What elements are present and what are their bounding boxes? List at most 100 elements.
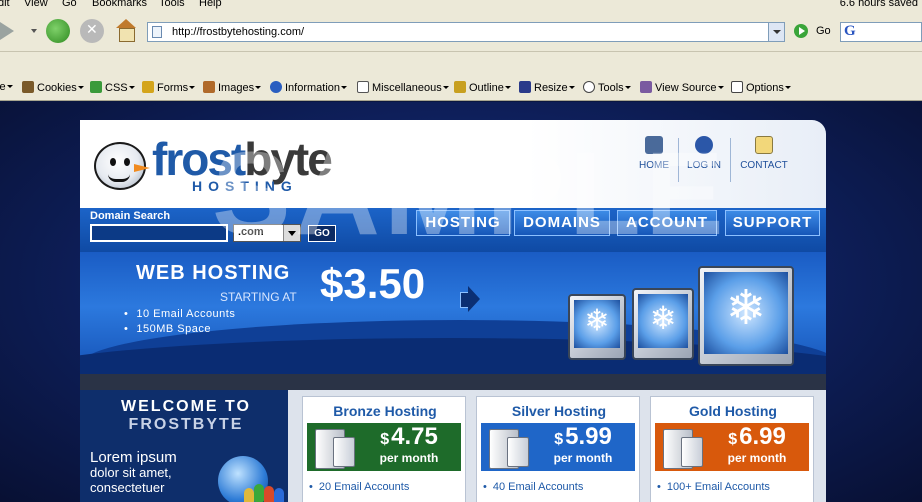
plan-title: Silver Hosting: [511, 403, 607, 419]
banner-features: 10 Email Accounts 150MB Space: [124, 308, 235, 338]
plan-currency: $: [728, 431, 738, 448]
css-icon: [90, 81, 102, 93]
toolbar-forms[interactable]: Forms: [142, 81, 196, 94]
person-icon: [244, 488, 254, 502]
toolbar-options[interactable]: Options: [731, 81, 791, 94]
toolbar-tools[interactable]: Tools: [583, 81, 631, 94]
welcome-title: WELCOME TO: [121, 398, 251, 415]
hosting-banner[interactable]: WEB HOSTING STARTING AT $3.50 10 Email A…: [80, 252, 826, 374]
plan-title: Bronze Hosting: [333, 403, 437, 419]
menu-view[interactable]: View: [24, 0, 48, 9]
person-icon: [254, 484, 264, 502]
toolbar-outline[interactable]: Outline: [454, 81, 511, 94]
monitor-icon: ❄: [632, 288, 694, 360]
eye-icon: [110, 158, 116, 166]
menu-tools[interactable]: Tools: [159, 0, 185, 9]
source-icon: [640, 81, 652, 93]
menu-bookmarks[interactable]: Bookmarks: [92, 0, 147, 9]
tab-account[interactable]: ACCOUNT: [617, 210, 717, 236]
contact-icon: [755, 136, 773, 154]
toolbar-miscellaneous[interactable]: Miscellaneous: [357, 81, 449, 94]
home-link[interactable]: HOME: [626, 136, 682, 171]
monitor-icon: ❄: [568, 294, 626, 360]
plan-feature: 100+ Email Accounts: [657, 481, 770, 493]
home-icon[interactable]: [114, 19, 138, 43]
plan-currency: $: [554, 431, 564, 448]
dropdown-arrow-icon: [255, 86, 262, 89]
plan-price-box: $6.99 per month: [655, 423, 809, 471]
divider: [730, 138, 731, 182]
logo-hosting: HOSTING: [192, 178, 298, 194]
blank-toolbar: [0, 52, 922, 75]
toolbar-disable[interactable]: le: [0, 81, 13, 93]
contact-link-label: CONTACT: [740, 160, 788, 171]
toolbar-css[interactable]: CSS: [90, 81, 135, 94]
dropdown-arrow-icon: [77, 86, 84, 89]
dropdown-arrow-icon: [504, 86, 511, 89]
monitor-screen: ❄: [704, 272, 788, 354]
list-item: 150MB Space: [124, 323, 235, 335]
tld-select-value: .com: [238, 226, 264, 238]
toolbar-images-label: Images: [218, 82, 255, 94]
tld-select[interactable]: .com: [233, 224, 301, 242]
mouth-icon: [108, 174, 130, 182]
plan-title: Gold Hosting: [689, 403, 777, 419]
reload-icon[interactable]: [46, 19, 70, 43]
toolbar-images[interactable]: Images: [203, 81, 262, 94]
people-icon: [244, 482, 288, 502]
carrot-nose-icon: [134, 164, 150, 172]
dropdown-arrow-icon: [128, 86, 135, 89]
tab-support[interactable]: SUPPORT: [725, 210, 820, 236]
contact-link[interactable]: CONTACT: [736, 136, 792, 171]
divider-strip: [80, 374, 826, 390]
menu-edit[interactable]: dit: [0, 0, 10, 9]
welcome-text-line: consectetuer: [90, 480, 165, 495]
toolbar-cookies[interactable]: Cookies: [22, 81, 84, 94]
login-link[interactable]: LOG IN: [676, 136, 732, 171]
plan-card-bronze[interactable]: Bronze Hosting $4.75 per month 20 Email …: [302, 396, 466, 502]
dropdown-arrow-icon: [624, 86, 631, 89]
snowflake-icon: ❄: [649, 298, 677, 337]
eye-icon: [124, 158, 130, 166]
menu-go[interactable]: Go: [62, 0, 77, 9]
server-icon: [681, 437, 703, 467]
domain-go-button[interactable]: GO: [308, 225, 336, 242]
domain-search-input[interactable]: [90, 224, 228, 242]
address-bar[interactable]: http://frostbytehosting.com/: [147, 22, 785, 42]
list-item: 10 Email Accounts: [124, 308, 235, 320]
person-icon: [264, 486, 274, 502]
arrow-right-icon[interactable]: [460, 286, 480, 312]
plan-feature: 20 Email Accounts: [309, 481, 410, 493]
dropdown-arrow-icon: [568, 86, 575, 89]
google-icon: G: [844, 23, 856, 39]
toolbar-information-label: Information: [285, 82, 341, 94]
plan-card-silver[interactable]: Silver Hosting $5.99 per month 40 Email …: [476, 396, 640, 502]
address-dropdown-icon[interactable]: [768, 23, 784, 41]
welcome-brand: FROSTBYTE: [128, 416, 244, 433]
back-arrow-icon[interactable]: [0, 19, 22, 43]
welcome-text-lead: Lorem ipsum: [90, 449, 177, 466]
plan-per: per month: [727, 451, 787, 465]
banner-title: WEB HOSTING: [136, 262, 291, 284]
menu-help[interactable]: Help: [199, 0, 222, 9]
back-history-dropdown-icon[interactable]: [31, 29, 37, 33]
toolbar-information[interactable]: Information: [270, 81, 348, 94]
plan-amount: 4.75: [391, 423, 438, 450]
toolbar-options-label: Options: [746, 82, 784, 94]
dropdown-arrow-icon: [717, 86, 724, 89]
tab-domains[interactable]: DOMAINS: [514, 210, 610, 236]
toolbar-view-source[interactable]: View Source: [640, 81, 724, 94]
snowman-logo-icon[interactable]: [94, 142, 150, 190]
google-search-box[interactable]: G: [840, 22, 922, 42]
nav-band: Domain Search .com GO HOSTING DOMAINS AC…: [80, 208, 826, 252]
tab-hosting[interactable]: HOSTING: [416, 210, 510, 236]
tools-icon: [583, 81, 595, 93]
toolbar-resize[interactable]: Resize: [519, 81, 575, 94]
plan-card-gold[interactable]: Gold Hosting $6.99 per month 100+ Email …: [650, 396, 814, 502]
stop-icon[interactable]: [80, 19, 104, 43]
address-url[interactable]: http://frostbytehosting.com/: [172, 26, 304, 38]
dropdown-arrow-icon: [6, 85, 13, 88]
snowflake-icon: ❄: [584, 303, 610, 339]
server-icon: [333, 437, 355, 467]
toolbar-outline-label: Outline: [469, 82, 504, 94]
